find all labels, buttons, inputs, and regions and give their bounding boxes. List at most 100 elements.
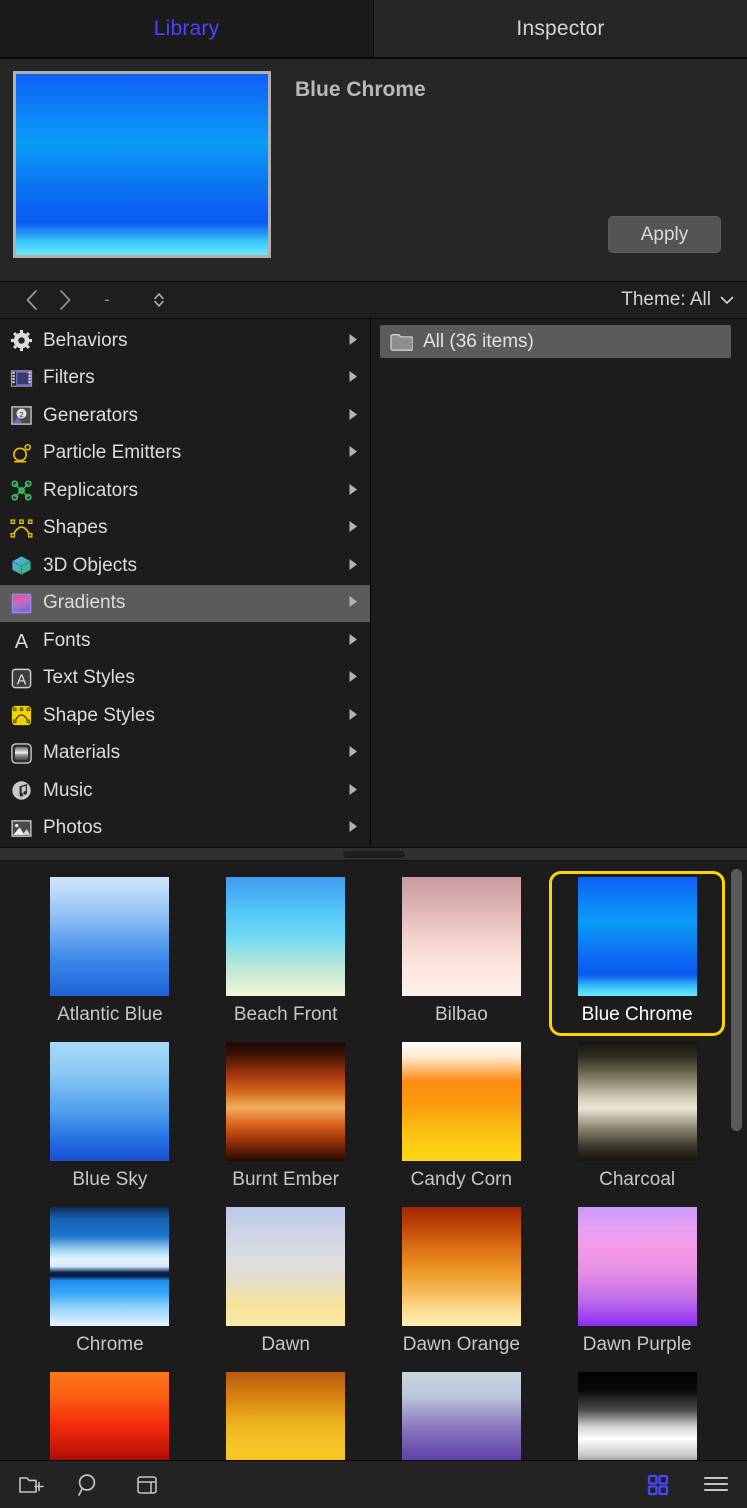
disclosure-triangle-icon[interactable]: [348, 558, 360, 574]
folder-label: All (36 items): [423, 331, 534, 353]
sidebar-item-3d-objects[interactable]: 3D Objects: [0, 547, 370, 585]
gradient-swatch[interactable]: [402, 1042, 521, 1161]
gradient-scrollbar[interactable]: [731, 869, 742, 1460]
preview-swatch: [13, 71, 271, 258]
bottom-toolbar: [0, 1460, 747, 1508]
gradient-swatch[interactable]: [50, 1372, 169, 1460]
preview-header: Blue Chrome Apply: [0, 59, 747, 281]
disclosure-triangle-icon[interactable]: [348, 633, 360, 649]
gradient-swatch[interactable]: [402, 1207, 521, 1326]
gradient-swatch[interactable]: [226, 1207, 345, 1326]
theme-dropdown-label: Theme: All: [621, 289, 711, 311]
disclosure-triangle-icon[interactable]: [348, 483, 360, 499]
replicator-icon: [8, 478, 34, 504]
sidebar-item-replicators[interactable]: Replicators: [0, 472, 370, 510]
list-view-icon[interactable]: [701, 1470, 731, 1500]
gradient-swatch[interactable]: [402, 877, 521, 996]
resize-grip: [343, 851, 405, 858]
gradient-swatch[interactable]: [226, 1372, 345, 1460]
stepper-up-down-icon[interactable]: [142, 290, 176, 310]
gear-icon: [8, 328, 34, 354]
grid-view-icon[interactable]: [643, 1470, 673, 1500]
gradient-item[interactable]: [549, 1366, 725, 1460]
gradient-name: Charcoal: [599, 1169, 675, 1191]
gradient-name: Atlantic Blue: [57, 1004, 163, 1026]
gradient-item[interactable]: Candy Corn: [374, 1036, 550, 1201]
disclosure-triangle-icon[interactable]: [348, 783, 360, 799]
gradient-swatch[interactable]: [226, 877, 345, 996]
sidebar-item-behaviors[interactable]: Behaviors: [0, 322, 370, 360]
sidebar-item-photos[interactable]: Photos: [0, 810, 370, 848]
sidebar-item-music[interactable]: Music: [0, 772, 370, 810]
gradient-item[interactable]: Dawn Orange: [374, 1201, 550, 1366]
chevron-down-icon: [720, 292, 734, 308]
theme-dropdown[interactable]: Theme: All: [621, 289, 734, 311]
gradient-item[interactable]: Chrome: [22, 1201, 198, 1366]
disclosure-triangle-icon[interactable]: [348, 370, 360, 386]
chevron-left-icon[interactable]: [14, 290, 48, 310]
sidebar-item-text-styles[interactable]: AText Styles: [0, 660, 370, 698]
browser-navbar: - Theme: All: [0, 281, 747, 319]
gradient-item[interactable]: Dawn Purple: [549, 1201, 725, 1366]
gradient-item[interactable]: [22, 1366, 198, 1460]
library-browser: Behaviors Filters 2GeneratorsParticle Emit…: [0, 319, 747, 847]
gradient-item[interactable]: Blue Sky: [22, 1036, 198, 1201]
text-style-icon: A: [8, 665, 34, 691]
gradient-swatch-icon: [8, 590, 34, 616]
sidebar-item-label: Filters: [43, 367, 339, 389]
shape-style-icon: [8, 703, 34, 729]
sidebar-panel-icon[interactable]: [132, 1470, 162, 1500]
sidebar-item-materials[interactable]: Materials: [0, 735, 370, 773]
disclosure-triangle-icon[interactable]: [348, 745, 360, 761]
sidebar-item-label: 3D Objects: [43, 555, 339, 577]
gradient-swatch[interactable]: [226, 1042, 345, 1161]
gradient-item[interactable]: Dawn: [198, 1201, 374, 1366]
sidebar-item-gradients[interactable]: Gradients: [0, 585, 370, 623]
sidebar-item-filters[interactable]: Filters: [0, 360, 370, 398]
gradient-item[interactable]: Beach Front: [198, 871, 374, 1036]
gradient-swatch[interactable]: [578, 1207, 697, 1326]
sidebar-item-shape-styles[interactable]: Shape Styles: [0, 697, 370, 735]
gradient-item[interactable]: [198, 1366, 374, 1460]
gradient-swatch[interactable]: [578, 877, 697, 996]
gradient-preview: [16, 74, 268, 255]
gradient-swatch[interactable]: [50, 1207, 169, 1326]
tab-inspector[interactable]: Inspector: [374, 0, 747, 57]
search-icon[interactable]: [74, 1470, 104, 1500]
disclosure-triangle-icon[interactable]: [348, 820, 360, 836]
sidebar-item-generators[interactable]: 2Generators: [0, 397, 370, 435]
gradient-item[interactable]: Burnt Ember: [198, 1036, 374, 1201]
gradient-swatch[interactable]: [50, 877, 169, 996]
gradient-swatch[interactable]: [50, 1042, 169, 1161]
disclosure-triangle-icon[interactable]: [348, 595, 360, 611]
sidebar-item-fonts[interactable]: AFonts: [0, 622, 370, 660]
tab-bar: Library Inspector: [0, 0, 747, 57]
gradient-item[interactable]: Charcoal: [549, 1036, 725, 1201]
gradient-item[interactable]: [374, 1366, 550, 1460]
apply-button[interactable]: Apply: [608, 216, 721, 253]
panel-resize-handle[interactable]: [0, 847, 747, 861]
sidebar-item-shapes[interactable]: Shapes: [0, 510, 370, 548]
gradient-item[interactable]: Blue Chrome: [549, 871, 725, 1036]
tab-inspector-label: Inspector: [516, 17, 604, 41]
gradient-swatch[interactable]: [402, 1372, 521, 1460]
disclosure-triangle-icon[interactable]: [348, 708, 360, 724]
disclosure-triangle-icon[interactable]: [348, 445, 360, 461]
new-folder-icon[interactable]: [16, 1470, 46, 1500]
scrollbar-thumb[interactable]: [731, 869, 742, 1131]
chevron-right-icon[interactable]: [48, 290, 82, 310]
folder-row-all[interactable]: All (36 items): [380, 325, 731, 358]
gradient-swatch[interactable]: [578, 1372, 697, 1460]
filmstrip-icon: [8, 365, 34, 391]
disclosure-triangle-icon[interactable]: [348, 408, 360, 424]
gradient-item[interactable]: Bilbao: [374, 871, 550, 1036]
gradient-item[interactable]: Atlantic Blue: [22, 871, 198, 1036]
disclosure-triangle-icon[interactable]: [348, 520, 360, 536]
sidebar-item-particle-emitters[interactable]: Particle Emitters: [0, 435, 370, 473]
tab-library[interactable]: Library: [0, 0, 373, 57]
gradient-swatch[interactable]: [578, 1042, 697, 1161]
disclosure-triangle-icon[interactable]: [348, 333, 360, 349]
disclosure-triangle-icon[interactable]: [348, 670, 360, 686]
sidebar-item-label: Materials: [43, 742, 339, 764]
contents-pane: All (36 items): [371, 319, 747, 847]
